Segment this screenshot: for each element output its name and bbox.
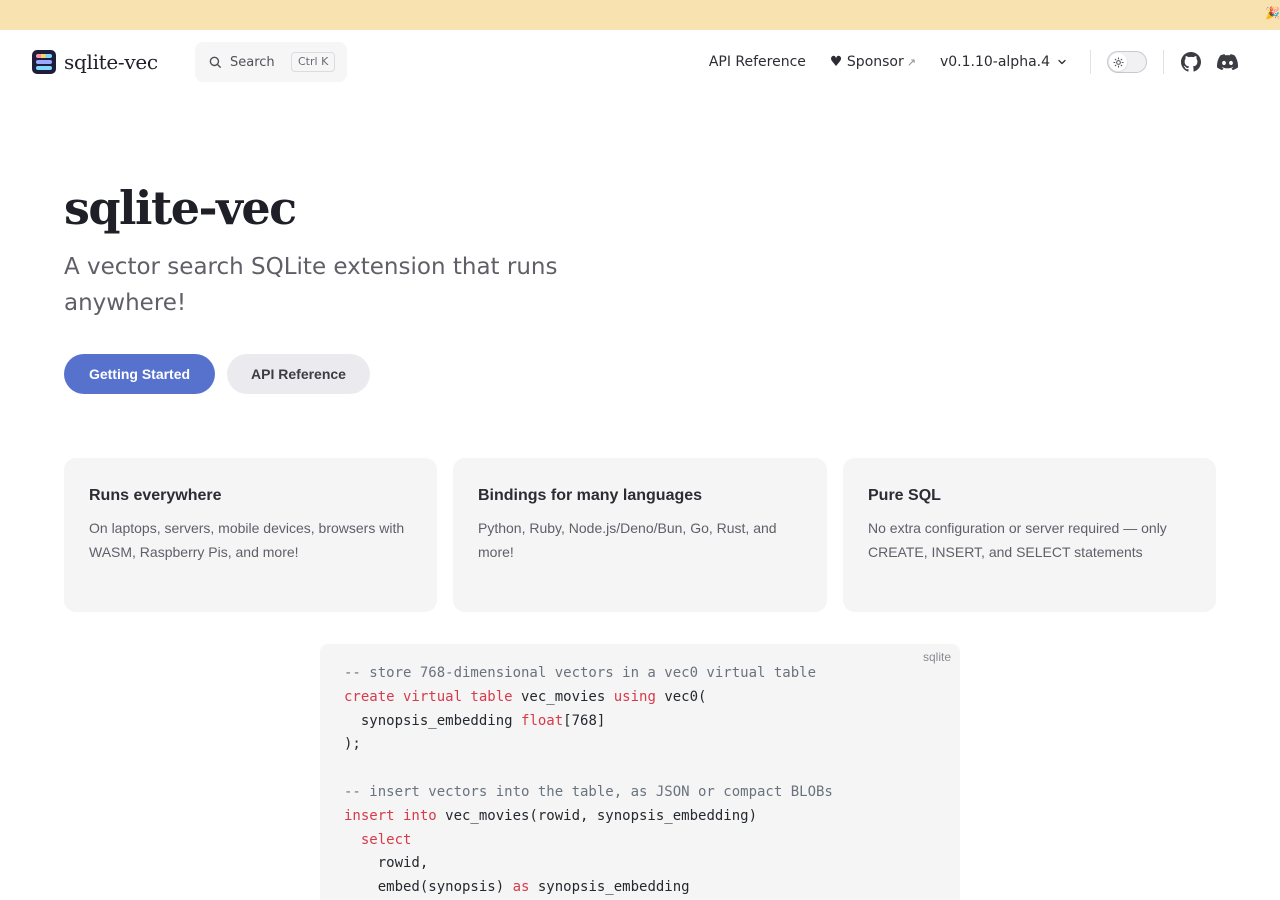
hero-title: sqlite-vec bbox=[64, 181, 297, 235]
hero-tagline: A vector search SQLite extension that ru… bbox=[64, 254, 558, 316]
code-block: sqlite -- store 768-dimensional vectors … bbox=[320, 644, 960, 900]
code-token: float bbox=[521, 712, 564, 729]
code-token: synopsis_embedding bbox=[344, 712, 522, 729]
feature-text: On laptops, servers, mobile devices, bro… bbox=[89, 520, 405, 560]
code-line: ); bbox=[344, 733, 936, 757]
code-token: vec_movies bbox=[512, 688, 614, 705]
code-line: rowid, bbox=[344, 852, 936, 876]
github-link[interactable] bbox=[1178, 49, 1204, 75]
code-token: embed(synopsis) bbox=[344, 879, 513, 896]
nav-divider bbox=[1090, 50, 1091, 74]
feature-card: Bindings for many languages Python, Ruby… bbox=[453, 458, 827, 612]
code-token: [768] bbox=[563, 712, 606, 729]
feature-card: Pure SQL No extra configuration or serve… bbox=[843, 458, 1216, 612]
feature-text: No extra configuration or server require… bbox=[868, 520, 1167, 560]
discord-link[interactable] bbox=[1214, 49, 1240, 75]
getting-started-button[interactable]: Getting Started bbox=[64, 354, 215, 394]
code-token: create virtual table bbox=[344, 688, 513, 705]
announcement-banner: 🎉 bbox=[0, 0, 1280, 30]
banner-mark: 🎉 bbox=[1265, 6, 1280, 20]
version-dropdown[interactable]: v0.1.10-alpha.4 bbox=[940, 54, 1068, 70]
sun-icon bbox=[1112, 56, 1124, 68]
code-token: using bbox=[613, 688, 656, 705]
code-line: -- store 768-dimensional vectors in a ve… bbox=[344, 662, 936, 686]
code-token: insert into bbox=[344, 807, 437, 824]
search-shortcut-badge: Ctrl K bbox=[291, 52, 336, 72]
code-line: select bbox=[344, 829, 936, 853]
code-token: synopsis_embedding bbox=[529, 879, 690, 896]
feature-card: Runs everywhere On laptops, servers, mob… bbox=[64, 458, 437, 612]
nav-divider bbox=[1163, 50, 1164, 74]
feature-title: Pure SQL bbox=[868, 487, 941, 504]
code-line: create virtual table vec_movies using ve… bbox=[344, 686, 936, 710]
code-token: as bbox=[512, 879, 530, 896]
code-line: synopsis_embedding float[768] bbox=[344, 710, 936, 734]
chevron-down-icon bbox=[1058, 59, 1066, 65]
api-reference-button[interactable]: API Reference bbox=[227, 354, 370, 394]
feature-title: Runs everywhere bbox=[89, 487, 222, 504]
code-token: -- insert vectors into the table, as JSO… bbox=[344, 783, 833, 800]
code-line: embed(synopsis) as synopsis_embedding bbox=[344, 876, 936, 900]
code-language-label: sqlite bbox=[922, 650, 951, 664]
toggle-knob bbox=[1109, 53, 1127, 71]
nav-link-sponsor[interactable]: ♥ Sponsor ↗ bbox=[830, 54, 916, 70]
discord-icon bbox=[1216, 54, 1238, 70]
code-token: vec_movies(rowid, synopsis_embedding) bbox=[436, 807, 758, 824]
theme-toggle[interactable] bbox=[1107, 51, 1147, 73]
version-label: v0.1.10-alpha.4 bbox=[939, 54, 1050, 70]
code-lines: -- store 768-dimensional vectors in a ve… bbox=[344, 662, 936, 900]
feature-title: Bindings for many languages bbox=[478, 487, 703, 504]
site-title: sqlite-vec bbox=[64, 50, 158, 74]
feature-text: Python, Ruby, Node.js/Deno/Bun, Go, Rust… bbox=[478, 520, 777, 560]
sponsor-label: ♥ Sponsor bbox=[829, 54, 904, 70]
code-line: -- insert vectors into the table, as JSO… bbox=[344, 781, 936, 805]
external-link-icon: ↗ bbox=[906, 56, 916, 69]
nav-link-api-reference[interactable]: API Reference bbox=[709, 54, 806, 70]
search-button[interactable]: Search Ctrl K bbox=[195, 42, 347, 82]
code-token: select bbox=[360, 831, 412, 848]
code-token: rowid, bbox=[344, 855, 429, 872]
search-icon bbox=[209, 56, 221, 68]
github-icon bbox=[1181, 52, 1201, 72]
nav-right-group: API Reference ♥ Sponsor ↗ v0.1.10-alpha.4 bbox=[709, 42, 1240, 82]
search-label: Search bbox=[230, 54, 275, 70]
code-token: ); bbox=[344, 736, 361, 753]
top-navbar: sqlite-vec Search Ctrl K API Reference ♥… bbox=[0, 30, 1280, 94]
code-line: insert into vec_movies(rowid, synopsis_e… bbox=[344, 805, 936, 829]
site-logo-link[interactable]: sqlite-vec bbox=[32, 50, 158, 74]
code-token: vec0( bbox=[655, 688, 707, 705]
sqlite-vec-logo-icon bbox=[32, 50, 56, 74]
code-token: -- store 768-dimensional vectors in a ve… bbox=[344, 665, 817, 681]
